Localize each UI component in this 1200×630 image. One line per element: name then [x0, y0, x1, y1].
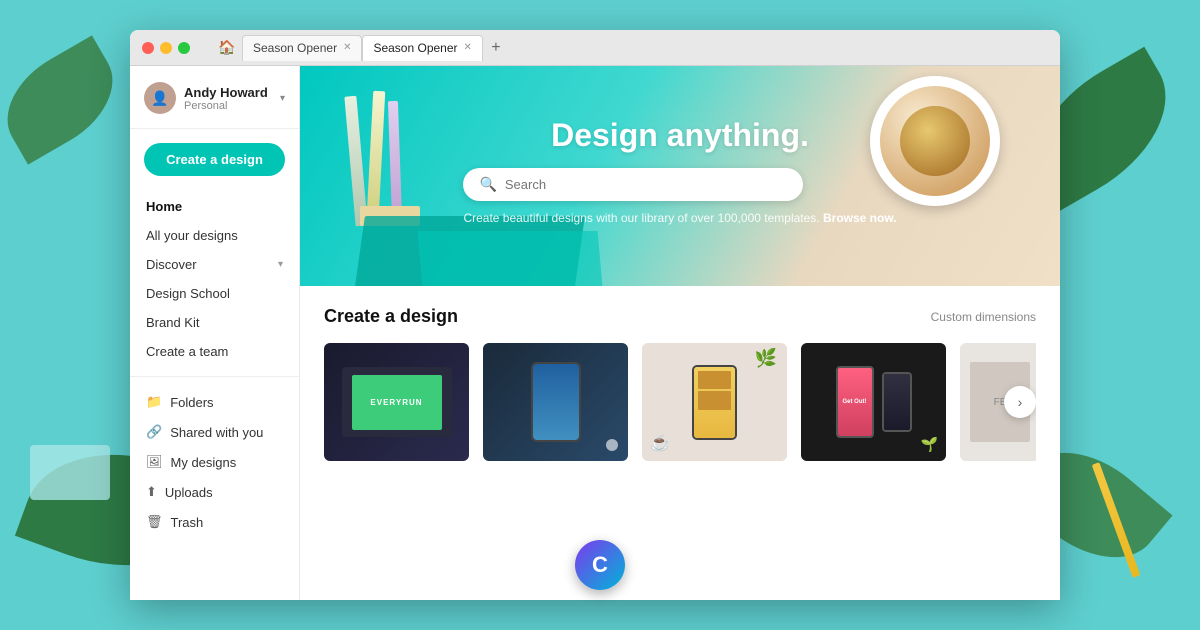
video-thumbnail — [483, 343, 628, 461]
design-card-social[interactable]: 🌿 ☕ Animated Social Media — [642, 343, 787, 461]
user-name: Andy Howard — [184, 85, 272, 100]
search-bar: 🔍 — [463, 168, 803, 201]
phone-shape — [531, 362, 581, 442]
sidebar-item-folders-label: Folders — [170, 395, 213, 410]
phone-screen — [533, 364, 579, 440]
laptop-screen: EVERYRUN — [352, 375, 442, 430]
insta-screen-1: Get Out! — [838, 368, 872, 436]
section-title: Create a design — [324, 306, 458, 327]
minimize-button[interactable] — [160, 42, 172, 54]
scroll-right-arrow[interactable]: › — [1004, 386, 1036, 418]
pencil-2 — [367, 91, 386, 216]
search-input[interactable] — [505, 177, 788, 192]
browser-titlebar: 🏠 Season Opener ✕ Season Opener ✕ + — [130, 30, 1060, 66]
dot-decoration — [606, 439, 618, 451]
social-block-2 — [698, 391, 731, 410]
sidebar-item-all-designs-label: All your designs — [146, 228, 238, 243]
tab-1-close[interactable]: ✕ — [343, 43, 351, 53]
user-section: 👤 Andy Howard Personal ▾ — [130, 82, 299, 129]
social-thumbnail: 🌿 ☕ — [642, 343, 787, 461]
sidebar-item-uploads[interactable]: ⬆ Uploads — [130, 477, 299, 507]
leaf-deco-instagram: 🌱 — [921, 436, 938, 453]
sidebar-item-folders[interactable]: 📁 Folders — [130, 387, 299, 417]
tab-1-label: Season Opener — [253, 41, 337, 55]
pencil-3 — [388, 101, 402, 221]
social-block-1 — [698, 371, 731, 390]
sidebar-item-my-designs[interactable]: 🖼 My designs — [130, 447, 299, 477]
section-header: Create a design Custom dimensions — [324, 306, 1036, 327]
insta-phone-2 — [882, 372, 912, 432]
sidebar-item-discover-label: Discover — [146, 257, 197, 272]
close-button[interactable] — [142, 42, 154, 54]
shared-icon: 🔗 — [146, 424, 162, 440]
new-tab-button[interactable]: + — [483, 35, 509, 61]
hero-banner: Design anything. 🔍 Create beautiful desi… — [300, 66, 1060, 286]
home-icon[interactable]: 🏠 — [212, 35, 242, 61]
folder-icon: 📁 — [146, 394, 162, 410]
sidebar-item-home[interactable]: Home — [130, 192, 299, 221]
main-content: Design anything. 🔍 Create beautiful desi… — [300, 66, 1060, 600]
tab-bar: 🏠 Season Opener ✕ Season Opener ✕ + — [212, 35, 1048, 61]
social-phone — [692, 365, 737, 440]
social-screen — [694, 367, 735, 438]
nav-divider — [130, 376, 299, 377]
tab-2[interactable]: Season Opener ✕ — [362, 35, 482, 61]
sidebar-item-all-designs[interactable]: All your designs — [130, 221, 299, 250]
insta-screen-2 — [884, 374, 910, 430]
sidebar-item-shared-label: Shared with you — [170, 425, 263, 440]
designs-icon: 🖼 — [146, 454, 163, 470]
browser-body: 👤 Andy Howard Personal ▾ Create a design… — [130, 66, 1060, 600]
tab-2-close[interactable]: ✕ — [464, 43, 472, 53]
insta-phone-1: Get Out! — [836, 366, 874, 438]
canva-logo: C — [575, 540, 625, 590]
leaf-decoration-tl — [0, 35, 132, 164]
hero-content: Design anything. 🔍 Create beautiful desi… — [463, 117, 896, 225]
sidebar-item-my-designs-label: My designs — [171, 455, 237, 470]
design-card-presentation[interactable]: EVERYRUN Presentation — [324, 343, 469, 461]
sidebar: 👤 Andy Howard Personal ▾ Create a design… — [130, 66, 300, 600]
sidebar-item-design-school[interactable]: Design School — [130, 279, 299, 308]
browse-link[interactable]: Browse now. — [823, 211, 897, 225]
sidebar-item-home-label: Home — [146, 199, 182, 214]
coffee-latte-art — [900, 106, 970, 176]
hero-subtitle: Create beautiful designs with our librar… — [463, 211, 896, 225]
design-card-instagram[interactable]: Get Out! 🌱 Instagram Story — [801, 343, 946, 461]
sidebar-item-brand-kit-label: Brand Kit — [146, 315, 199, 330]
sidebar-item-create-team[interactable]: Create a team — [130, 337, 299, 366]
create-section: Create a design Custom dimensions EVERYR… — [300, 286, 1060, 481]
plant-decoration: 🌿 — [755, 348, 777, 369]
mug-decoration: ☕ — [650, 433, 670, 453]
sidebar-item-brand-kit[interactable]: Brand Kit — [130, 308, 299, 337]
avatar: 👤 — [144, 82, 176, 114]
sidebar-item-discover[interactable]: Discover ▾ — [130, 250, 299, 279]
tab-1[interactable]: Season Opener ✕ — [242, 35, 362, 61]
maximize-button[interactable] — [178, 42, 190, 54]
sidebar-item-trash-label: Trash — [171, 515, 204, 530]
hero-title: Design anything. — [463, 117, 896, 154]
sidebar-item-trash[interactable]: 🗑 Trash — [130, 507, 299, 537]
trash-icon: 🗑 — [146, 514, 163, 530]
custom-dimensions-link[interactable]: Custom dimensions — [931, 310, 1036, 324]
search-icon: 🔍 — [479, 176, 496, 193]
sidebar-item-create-team-label: Create a team — [146, 344, 228, 359]
user-info: Andy Howard Personal — [184, 85, 272, 112]
sidebar-item-uploads-label: Uploads — [165, 485, 213, 500]
sidebar-item-shared[interactable]: 🔗 Shared with you — [130, 417, 299, 447]
tab-2-label: Season Opener — [373, 41, 457, 55]
discover-chevron: ▾ — [278, 259, 283, 270]
design-cards-container: EVERYRUN Presentation Vide — [324, 343, 1036, 461]
design-card-video[interactable]: Video — [483, 343, 628, 461]
uploads-icon: ⬆ — [146, 484, 157, 500]
instagram-thumbnail: Get Out! 🌱 — [801, 343, 946, 461]
teal-shape-2 — [418, 231, 603, 286]
presentation-thumbnail: EVERYRUN — [324, 343, 469, 461]
create-design-button[interactable]: Create a design — [144, 143, 285, 176]
user-menu-chevron[interactable]: ▾ — [280, 93, 285, 104]
laptop-shape: EVERYRUN — [342, 367, 452, 437]
user-plan: Personal — [184, 100, 272, 112]
pencil-decoration — [1092, 462, 1141, 577]
browser-window: 🏠 Season Opener ✕ Season Opener ✕ + 👤 An… — [130, 30, 1060, 600]
envelope-decoration — [30, 445, 110, 500]
sidebar-item-design-school-label: Design School — [146, 286, 230, 301]
